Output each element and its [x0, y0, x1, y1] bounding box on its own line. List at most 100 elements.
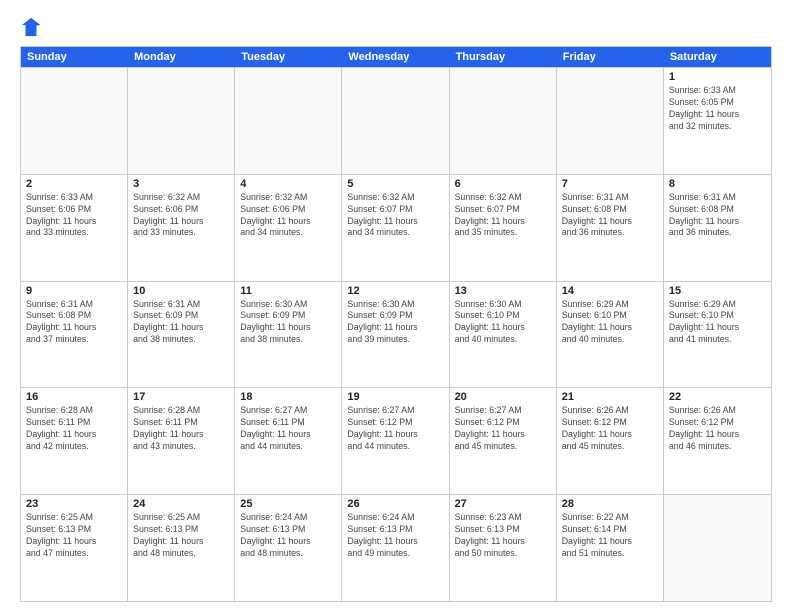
- day-number: 14: [562, 285, 658, 297]
- cal-cell: 18 Sunrise: 6:27 AM Sunset: 6:11 PM Dayli…: [235, 388, 342, 494]
- cal-cell: [664, 495, 771, 601]
- day-number: 3: [133, 178, 229, 190]
- cal-row-4: 16 Sunrise: 6:28 AM Sunset: 6:11 PM Dayli…: [21, 387, 771, 494]
- day-number: 7: [562, 178, 658, 190]
- day-number: 4: [240, 178, 336, 190]
- day-number: 21: [562, 391, 658, 403]
- cal-cell: [557, 68, 664, 174]
- cal-cell: 17 Sunrise: 6:28 AM Sunset: 6:11 PM Dayli…: [128, 388, 235, 494]
- day-info: Sunrise: 6:28 AM Sunset: 6:11 PM Dayligh…: [133, 405, 229, 453]
- day-info: Sunrise: 6:33 AM Sunset: 6:06 PM Dayligh…: [26, 192, 122, 240]
- day-info: Sunrise: 6:27 AM Sunset: 6:12 PM Dayligh…: [347, 405, 443, 453]
- day-info: Sunrise: 6:23 AM Sunset: 6:13 PM Dayligh…: [455, 512, 551, 560]
- day-number: 28: [562, 498, 658, 510]
- day-info: Sunrise: 6:32 AM Sunset: 6:06 PM Dayligh…: [133, 192, 229, 240]
- day-info: Sunrise: 6:30 AM Sunset: 6:09 PM Dayligh…: [240, 299, 336, 347]
- logo: [20, 16, 46, 38]
- day-number: 18: [240, 391, 336, 403]
- day-info: Sunrise: 6:29 AM Sunset: 6:10 PM Dayligh…: [669, 299, 766, 347]
- day-info: Sunrise: 6:31 AM Sunset: 6:08 PM Dayligh…: [26, 299, 122, 347]
- day-number: 19: [347, 391, 443, 403]
- cal-cell: 27 Sunrise: 6:23 AM Sunset: 6:13 PM Dayli…: [450, 495, 557, 601]
- cal-cell: [235, 68, 342, 174]
- day-info: Sunrise: 6:32 AM Sunset: 6:07 PM Dayligh…: [347, 192, 443, 240]
- day-info: Sunrise: 6:26 AM Sunset: 6:12 PM Dayligh…: [562, 405, 658, 453]
- calendar-header: SundayMondayTuesdayWednesdayThursdayFrid…: [21, 47, 771, 67]
- cal-cell: 12 Sunrise: 6:30 AM Sunset: 6:09 PM Dayli…: [342, 282, 449, 388]
- cal-cell: 4 Sunrise: 6:32 AM Sunset: 6:06 PM Daylig…: [235, 175, 342, 281]
- cal-cell: 24 Sunrise: 6:25 AM Sunset: 6:13 PM Dayli…: [128, 495, 235, 601]
- day-number: 23: [26, 498, 122, 510]
- cal-row-1: 1 Sunrise: 6:33 AM Sunset: 6:05 PM Daylig…: [21, 67, 771, 174]
- day-number: 20: [455, 391, 551, 403]
- day-info: Sunrise: 6:30 AM Sunset: 6:10 PM Dayligh…: [455, 299, 551, 347]
- cal-cell: 3 Sunrise: 6:32 AM Sunset: 6:06 PM Daylig…: [128, 175, 235, 281]
- calendar: SundayMondayTuesdayWednesdayThursdayFrid…: [20, 46, 772, 602]
- cal-cell: 20 Sunrise: 6:27 AM Sunset: 6:12 PM Dayli…: [450, 388, 557, 494]
- cal-cell: 8Sunrise: 6:31 AM Sunset: 6:08 PM Daylig…: [664, 175, 771, 281]
- page: SundayMondayTuesdayWednesdayThursdayFrid…: [0, 0, 792, 612]
- calendar-body: 1 Sunrise: 6:33 AM Sunset: 6:05 PM Daylig…: [21, 67, 771, 601]
- header-day-friday: Friday: [557, 47, 664, 67]
- day-number: 6: [455, 178, 551, 190]
- logo-icon: [20, 16, 42, 38]
- day-number: 24: [133, 498, 229, 510]
- day-number: 2: [26, 178, 122, 190]
- day-info: Sunrise: 6:31 AM Sunset: 6:08 PM Dayligh…: [562, 192, 658, 240]
- header-day-saturday: Saturday: [664, 47, 771, 67]
- cal-cell: 1 Sunrise: 6:33 AM Sunset: 6:05 PM Daylig…: [664, 68, 771, 174]
- day-number: 9: [26, 285, 122, 297]
- cal-cell: 9 Sunrise: 6:31 AM Sunset: 6:08 PM Daylig…: [21, 282, 128, 388]
- day-info: Sunrise: 6:32 AM Sunset: 6:07 PM Dayligh…: [455, 192, 551, 240]
- day-number: 26: [347, 498, 443, 510]
- cal-cell: 28Sunrise: 6:22 AM Sunset: 6:14 PM Dayli…: [557, 495, 664, 601]
- cal-cell: 19 Sunrise: 6:27 AM Sunset: 6:12 PM Dayli…: [342, 388, 449, 494]
- cal-cell: 13Sunrise: 6:30 AM Sunset: 6:10 PM Dayli…: [450, 282, 557, 388]
- cal-cell: [450, 68, 557, 174]
- day-info: Sunrise: 6:25 AM Sunset: 6:13 PM Dayligh…: [26, 512, 122, 560]
- day-info: Sunrise: 6:27 AM Sunset: 6:12 PM Dayligh…: [455, 405, 551, 453]
- day-number: 5: [347, 178, 443, 190]
- day-number: 1: [669, 71, 766, 83]
- cal-row-5: 23 Sunrise: 6:25 AM Sunset: 6:13 PM Dayli…: [21, 494, 771, 601]
- day-info: Sunrise: 6:29 AM Sunset: 6:10 PM Dayligh…: [562, 299, 658, 347]
- cal-cell: [21, 68, 128, 174]
- day-info: Sunrise: 6:25 AM Sunset: 6:13 PM Dayligh…: [133, 512, 229, 560]
- header-day-monday: Monday: [128, 47, 235, 67]
- day-info: Sunrise: 6:26 AM Sunset: 6:12 PM Dayligh…: [669, 405, 766, 453]
- day-info: Sunrise: 6:31 AM Sunset: 6:08 PM Dayligh…: [669, 192, 766, 240]
- cal-cell: 11 Sunrise: 6:30 AM Sunset: 6:09 PM Dayli…: [235, 282, 342, 388]
- day-number: 15: [669, 285, 766, 297]
- day-number: 22: [669, 391, 766, 403]
- day-number: 27: [455, 498, 551, 510]
- day-info: Sunrise: 6:32 AM Sunset: 6:06 PM Dayligh…: [240, 192, 336, 240]
- day-info: Sunrise: 6:30 AM Sunset: 6:09 PM Dayligh…: [347, 299, 443, 347]
- cal-cell: 15 Sunrise: 6:29 AM Sunset: 6:10 PM Dayli…: [664, 282, 771, 388]
- cal-cell: 10Sunrise: 6:31 AM Sunset: 6:09 PM Dayli…: [128, 282, 235, 388]
- day-number: 17: [133, 391, 229, 403]
- cal-cell: 16 Sunrise: 6:28 AM Sunset: 6:11 PM Dayli…: [21, 388, 128, 494]
- cal-cell: 23 Sunrise: 6:25 AM Sunset: 6:13 PM Dayli…: [21, 495, 128, 601]
- header-day-wednesday: Wednesday: [342, 47, 449, 67]
- cal-cell: [342, 68, 449, 174]
- day-number: 12: [347, 285, 443, 297]
- day-info: Sunrise: 6:24 AM Sunset: 6:13 PM Dayligh…: [240, 512, 336, 560]
- day-info: Sunrise: 6:27 AM Sunset: 6:11 PM Dayligh…: [240, 405, 336, 453]
- day-info: Sunrise: 6:31 AM Sunset: 6:09 PM Dayligh…: [133, 299, 229, 347]
- cal-cell: 6 Sunrise: 6:32 AM Sunset: 6:07 PM Daylig…: [450, 175, 557, 281]
- cal-row-3: 9 Sunrise: 6:31 AM Sunset: 6:08 PM Daylig…: [21, 281, 771, 388]
- cal-row-2: 2 Sunrise: 6:33 AM Sunset: 6:06 PM Daylig…: [21, 174, 771, 281]
- cal-cell: 22 Sunrise: 6:26 AM Sunset: 6:12 PM Dayli…: [664, 388, 771, 494]
- day-info: Sunrise: 6:33 AM Sunset: 6:05 PM Dayligh…: [669, 85, 766, 133]
- cal-cell: 2 Sunrise: 6:33 AM Sunset: 6:06 PM Daylig…: [21, 175, 128, 281]
- day-info: Sunrise: 6:28 AM Sunset: 6:11 PM Dayligh…: [26, 405, 122, 453]
- header-day-thursday: Thursday: [450, 47, 557, 67]
- cal-cell: 25 Sunrise: 6:24 AM Sunset: 6:13 PM Dayli…: [235, 495, 342, 601]
- cal-cell: 21 Sunrise: 6:26 AM Sunset: 6:12 PM Dayli…: [557, 388, 664, 494]
- day-number: 16: [26, 391, 122, 403]
- header-day-sunday: Sunday: [21, 47, 128, 67]
- header-day-tuesday: Tuesday: [235, 47, 342, 67]
- day-number: 25: [240, 498, 336, 510]
- cal-cell: 5 Sunrise: 6:32 AM Sunset: 6:07 PM Daylig…: [342, 175, 449, 281]
- day-number: 11: [240, 285, 336, 297]
